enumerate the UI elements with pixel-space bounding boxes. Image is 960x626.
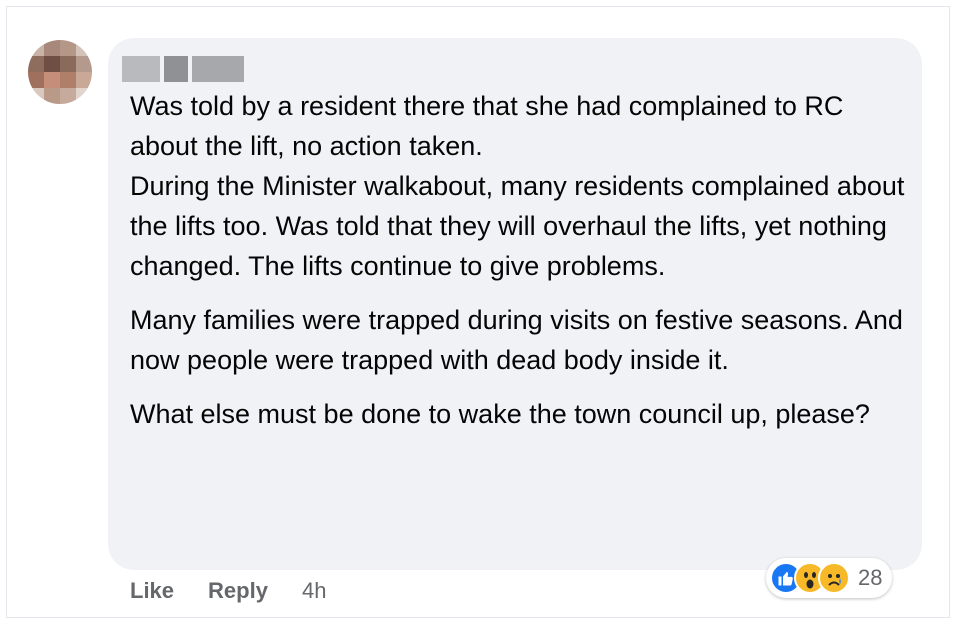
comment-text: Was told by a resident there that she ha… bbox=[130, 86, 910, 448]
reactions-summary[interactable]: 28 bbox=[766, 558, 893, 598]
comment-actions: Like Reply 4h bbox=[130, 578, 326, 604]
comment-paragraph: Many families were trapped during visits… bbox=[130, 305, 903, 375]
like-button[interactable]: Like bbox=[130, 578, 174, 604]
avatar[interactable] bbox=[28, 40, 92, 104]
comment-paragraph: Was told by a resident there that she ha… bbox=[130, 91, 844, 161]
author-name-blurred[interactable] bbox=[122, 56, 246, 82]
reaction-count: 28 bbox=[858, 565, 883, 590]
reply-button[interactable]: Reply bbox=[208, 578, 268, 604]
timestamp[interactable]: 4h bbox=[302, 578, 326, 604]
sad-icon bbox=[818, 562, 850, 594]
comment-paragraph: During the Minister walkabout, many resi… bbox=[130, 171, 905, 281]
comment-paragraph: What else must be done to wake the town … bbox=[130, 399, 870, 429]
